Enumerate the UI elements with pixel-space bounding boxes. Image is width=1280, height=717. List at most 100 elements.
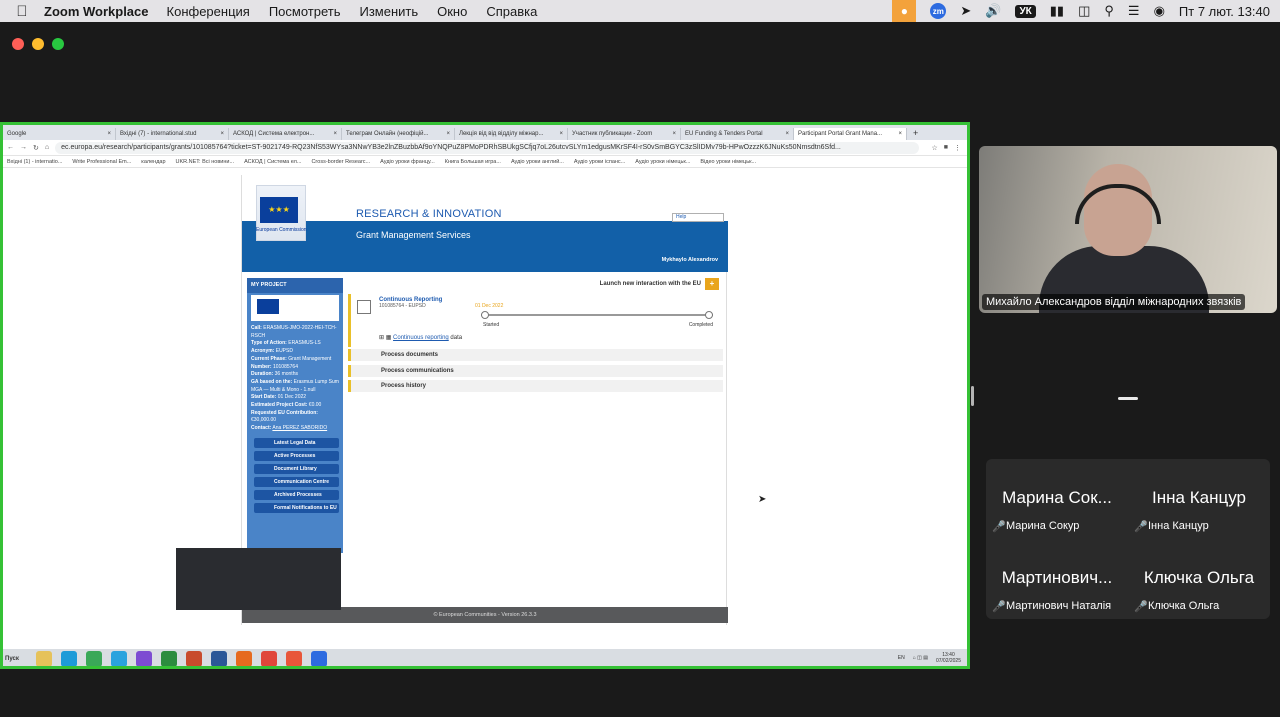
bookmark-item[interactable]: Книга Большая игра...: [445, 159, 501, 165]
browser-tab[interactable]: Лекція від від відділу міжнар... ×: [455, 128, 568, 140]
zoom-taskbar-icon[interactable]: [311, 651, 327, 666]
bookmark-item[interactable]: Аудіо уроки англий...: [511, 159, 564, 165]
file-explorer-icon[interactable]: [36, 651, 52, 666]
gallery-resize-handle[interactable]: [1118, 397, 1138, 400]
nav-archived-processes[interactable]: Archived Processes: [254, 489, 339, 500]
self-view-thumbnail[interactable]: [176, 548, 341, 610]
process-history-section[interactable]: Process history: [348, 380, 723, 392]
close-icon[interactable]: ×: [107, 131, 111, 140]
bookmark-item[interactable]: Аудіо уроки францу...: [380, 159, 435, 165]
menu-edit[interactable]: Изменить: [359, 4, 418, 19]
close-icon[interactable]: ×: [446, 131, 450, 140]
app-name-menu[interactable]: Zoom Workplace: [44, 4, 149, 19]
menu-view[interactable]: Посмотреть: [269, 4, 341, 19]
browser-tab-active[interactable]: Participant Portal Grant Mana... ×: [794, 128, 907, 140]
help-dropdown[interactable]: Help: [672, 213, 724, 222]
browser-tab[interactable]: АСКОД | Система електрон... ×: [229, 128, 342, 140]
process-documents-section[interactable]: Process documents: [348, 349, 723, 361]
contact-link[interactable]: Ana PEREZ SABORIDO: [272, 425, 327, 431]
nav-active-processes[interactable]: Active Processes: [254, 450, 339, 461]
brave-icon[interactable]: [286, 651, 302, 666]
battery-icon[interactable]: ▮▮: [1050, 3, 1064, 19]
siri-icon[interactable]: ◉: [1154, 3, 1165, 19]
browser-tab[interactable]: Google ×: [3, 128, 116, 140]
home-icon[interactable]: ⌂: [45, 144, 49, 151]
language-indicator[interactable]: EN: [898, 655, 905, 661]
launch-interaction[interactable]: Launch new interaction with the EU +: [600, 278, 719, 290]
photos-icon[interactable]: [161, 651, 177, 666]
nav-latest-legal-data[interactable]: Latest Legal Data: [254, 437, 339, 448]
bookmark-item[interactable]: Відео уроки німецьк...: [700, 159, 756, 165]
project-sidebar: MY PROJECT Call: ERASMUS-JMO-2022-HEI-TC…: [247, 278, 343, 553]
close-icon[interactable]: ×: [559, 131, 563, 140]
nav-document-library[interactable]: Document Library: [254, 463, 339, 474]
skype-icon[interactable]: [61, 651, 77, 666]
browser-tab[interactable]: Участник публикации - Zoom ×: [568, 128, 681, 140]
close-icon[interactable]: ×: [220, 131, 224, 140]
word-icon[interactable]: [211, 651, 227, 666]
chrome-icon[interactable]: [261, 651, 277, 666]
launch-plus-button[interactable]: +: [705, 278, 719, 290]
location-icon[interactable]: ➤: [960, 3, 971, 19]
volume-icon[interactable]: 🔊: [985, 3, 1001, 19]
bookmark-item[interactable]: Вхідні (1) - internatio...: [7, 159, 62, 165]
participant-tile[interactable]: Інна Канцур 🎤 Інна Канцур: [1128, 459, 1270, 539]
bookmark-item[interactable]: Аудіо уроки німецьк...: [635, 159, 690, 165]
nav-formal-notifications[interactable]: Formal Notifications to EU: [254, 502, 339, 513]
expand-icon[interactable]: ⊞ ▦: [379, 335, 391, 341]
participant-tile[interactable]: Марина Сок... 🎤 Марина Сокур: [986, 459, 1128, 539]
zoom-status-icon[interactable]: zm: [930, 3, 947, 19]
bookmark-item[interactable]: АСКОД | Система ел...: [244, 159, 301, 165]
screen-mirroring-icon[interactable]: ◫: [1078, 3, 1090, 19]
speaker-video[interactable]: Михайло Александров відділ міжнародних з…: [979, 146, 1277, 313]
viber-icon[interactable]: [136, 651, 152, 666]
extensions-icon[interactable]: ■: [944, 144, 948, 151]
minimize-window-button[interactable]: [32, 38, 44, 50]
tray-icons[interactable]: ⌂ ◫ ▤: [913, 655, 928, 661]
bookmark-item[interactable]: календар: [141, 159, 165, 165]
shared-screen[interactable]: Google × Вхідні (7) - international.stud ×…: [0, 122, 970, 669]
apple-icon[interactable]: : [0, 3, 44, 20]
continuous-reporting-link[interactable]: Continuous reporting: [393, 335, 449, 341]
powerpoint-icon[interactable]: [186, 651, 202, 666]
menu-dots-icon[interactable]: ⋮: [954, 144, 961, 152]
whatsapp-icon[interactable]: [86, 651, 102, 666]
reload-icon[interactable]: ↻: [33, 144, 39, 152]
close-icon[interactable]: ×: [785, 131, 789, 140]
firefox-icon[interactable]: [236, 651, 252, 666]
fullscreen-window-button[interactable]: [52, 38, 64, 50]
back-icon[interactable]: ←: [7, 144, 14, 151]
browser-tab[interactable]: Вхідні (7) - international.stud ×: [116, 128, 229, 140]
microphone-icon[interactable]: ●: [892, 0, 917, 22]
keyboard-layout-indicator[interactable]: УК: [1015, 4, 1036, 18]
process-communications-section[interactable]: Process communications: [348, 365, 723, 377]
clock[interactable]: Пт 7 лют. 13:40: [1179, 4, 1270, 19]
forward-icon[interactable]: →: [20, 144, 27, 151]
menu-conference[interactable]: Конференция: [167, 4, 250, 19]
telegram-icon[interactable]: [111, 651, 127, 666]
close-window-button[interactable]: [12, 38, 24, 50]
search-icon[interactable]: ⚲: [1104, 3, 1114, 19]
control-center-icon[interactable]: ☰: [1128, 3, 1140, 19]
participant-tile[interactable]: Мартинович... 🎤 Мартинович Наталія: [986, 539, 1128, 619]
nav-communication-centre[interactable]: Communication Centre: [254, 476, 339, 487]
taskbar-clock[interactable]: 13:40 07/02/2025: [936, 652, 961, 664]
close-icon[interactable]: ×: [672, 131, 676, 140]
menu-window[interactable]: Окно: [437, 4, 467, 19]
bookmark-item[interactable]: Аудіо уроки іспанс...: [574, 159, 625, 165]
new-tab-icon[interactable]: +: [907, 128, 924, 140]
bookmark-star-icon[interactable]: ☆: [931, 144, 937, 152]
participant-tile[interactable]: Ключка Ольга 🎤 Ключка Ольга: [1128, 539, 1270, 619]
bookmark-item[interactable]: UKR.NET: Всі новини...: [176, 159, 235, 165]
bookmark-item[interactable]: Cross-border Researc...: [311, 159, 370, 165]
address-bar[interactable]: ec.europa.eu/research/participants/grant…: [55, 141, 920, 154]
browser-tab[interactable]: EU Funding & Tenders Portal ×: [681, 128, 794, 140]
menu-help[interactable]: Справка: [486, 4, 537, 19]
close-icon[interactable]: ×: [898, 131, 902, 140]
browser-tab[interactable]: Телеграм Онлайн (неофіцій... ×: [342, 128, 455, 140]
close-icon[interactable]: ×: [333, 131, 337, 140]
user-name[interactable]: Mykhaylo Alexandrov: [662, 257, 718, 263]
panel-resize-handle[interactable]: [971, 386, 974, 406]
start-button[interactable]: Пуск: [3, 656, 27, 662]
bookmark-item[interactable]: Write Professional Em...: [72, 159, 131, 165]
